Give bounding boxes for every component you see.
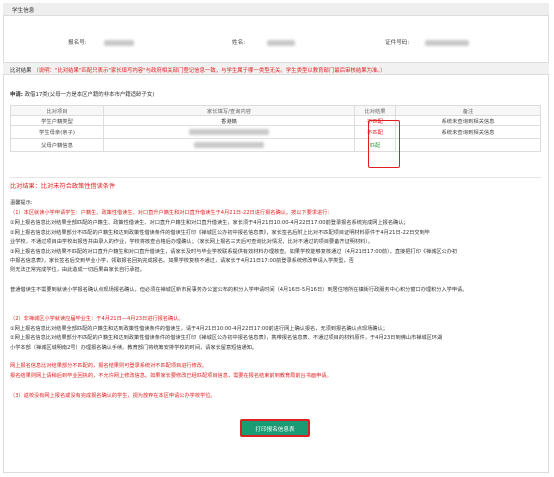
p1-line6: 则无法正常完成学位，由此造成一切后果由家长自行承担。: [10, 267, 145, 273]
name-label: 姓名:: [232, 40, 246, 46]
print-registration-button[interactable]: 打印报名信息表: [240, 419, 310, 437]
row-remark: [395, 138, 541, 152]
p1-head: （1）本区就读小学申请学生：户籍生、政策性借读生、对口直升户籍生和对口直升借读生…: [10, 210, 333, 216]
id-field: 证件号码:: [385, 38, 470, 46]
col-header-content: 家长填写/查询内容: [103, 105, 355, 116]
reg-no-value-redacted: [104, 39, 135, 46]
student-info-header: 学生信息: [3, 3, 549, 16]
id-value-redacted: [425, 39, 470, 46]
reg-no-label: 报名号:: [68, 40, 87, 46]
id-label: 证件号码:: [385, 40, 410, 46]
compare-label: 比对结果: [10, 68, 32, 74]
apply-value: 政借17类(父母一方是本区户籍的非本市户籍适龄子女): [24, 92, 155, 98]
row-remark: 系统未查询到相关信息: [395, 115, 541, 126]
p1-line1: ①网上报名信息比对结果全部匹配的户籍生、政策性借读生、对口直升户籍生和对口直升借…: [10, 220, 409, 226]
p3-head: （2）非禅城区小学就读应届毕业生：于4月21日—4月23日进行报名确认。: [10, 316, 184, 322]
row-item: 学生母亲(亲子): [10, 125, 104, 139]
p1-line3: 业学校，不通过项目由学校出报告并由录入的作业，学校将核查合格后办理确认；（家长网…: [10, 239, 374, 245]
row-item: 父母户籍信息: [10, 138, 104, 152]
p4-line2: 报名结果则网上请稍后到毕业回执的，不允许网上修改信息。如果家长要修改已经匹配项目…: [10, 373, 332, 379]
row-remark: 系统未查询到相关信息: [395, 125, 541, 139]
result-summary: 比对结果：比对未符合政策性借读条件: [10, 183, 116, 190]
row-content: 香港籍: [103, 115, 355, 126]
tip-title: 温馨提示:: [10, 200, 33, 206]
col-header-item: 比对项目: [10, 105, 104, 116]
divider: [10, 177, 541, 178]
p2: 普通借读生不需要到就读小学报名确认点现场报名确认，但必须在禅城区新市民事务办公室…: [10, 287, 468, 293]
p4-line1: 网上报名信息比对结果部分不匹配的，报名结果则可登录系统对不匹配项目进行修改。: [10, 363, 208, 369]
compare-table: 比对项目 家长填写/查询内容 比对结果 备注 学生户籍类型 香港籍 不匹配 系统…: [10, 105, 541, 152]
row-content: [103, 138, 355, 152]
compare-note: （说明："比对结果"匹配只表示"家长填写内容"与政府相关部门登记信息一致，与学生…: [33, 68, 386, 74]
row-content-redacted: [189, 128, 269, 135]
row-content: [103, 125, 355, 139]
p3-line3: 小学本部（禅城区城明南2号）办理报名确认手续。教育部门将统筹安排学校的时间，请家…: [10, 345, 258, 351]
p5: （3）返校没有网上报名或没有完成报名确认的学生，视为放弃在本区申请公办学校学位。: [10, 393, 216, 399]
name-value-redacted: [266, 39, 295, 46]
reg-no-field: 报名号:: [68, 38, 135, 46]
table-row: 学生户籍类型 香港籍 不匹配 系统未查询到相关信息: [10, 115, 541, 126]
p3-line2: ②网上报名信息比对结果部分不匹配的户籍生和达到政策性借读条件的借读生打印《禅城区…: [10, 335, 443, 341]
compare-header: 比对结果 （说明："比对结果"匹配只表示"家长填写内容"与政府相关部门登记信息一…: [3, 62, 549, 75]
table-row: 学生母亲(亲子) 不匹配 系统未查询到相关信息: [10, 125, 541, 139]
apply-line: 申请: 政借17类(父母一方是本区户籍的非本市户籍适龄子女): [10, 90, 154, 98]
result-highlight-box: [368, 120, 400, 168]
table-header-row: 比对项目 家长填写/查询内容 比对结果 备注: [10, 105, 541, 116]
table-row: 父母户籍信息 匹配: [10, 138, 541, 152]
apply-label: 申请:: [10, 92, 23, 98]
row-content-redacted: [194, 141, 264, 148]
row-item: 学生户籍类型: [10, 115, 104, 126]
name-field: 姓名:: [232, 38, 295, 46]
student-info-title: 学生信息: [12, 8, 35, 14]
col-header-result: 比对结果: [354, 105, 396, 116]
col-header-remark: 备注: [395, 105, 541, 116]
